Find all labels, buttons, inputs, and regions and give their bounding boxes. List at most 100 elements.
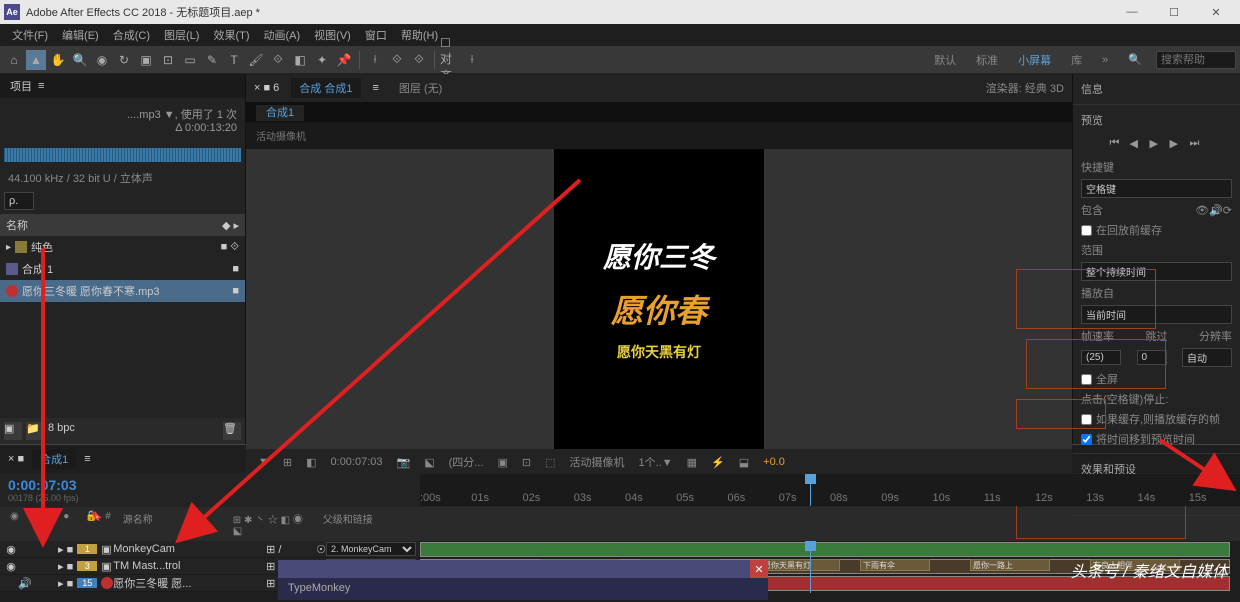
- rotate-tool[interactable]: ↻: [114, 50, 134, 70]
- resolution-dropdown[interactable]: (四分...: [445, 453, 488, 471]
- pen-tool[interactable]: ✎: [202, 50, 222, 70]
- interpret-icon[interactable]: ▣: [4, 422, 22, 440]
- views-dropdown[interactable]: 1个..▼: [635, 453, 677, 471]
- menu-file[interactable]: 文件(F): [6, 25, 54, 45]
- exposure-value[interactable]: +0.0: [759, 455, 789, 469]
- project-tab[interactable]: 项目 ≡: [0, 74, 245, 98]
- col-name[interactable]: 名称: [6, 217, 28, 233]
- eraser-tool[interactable]: ◧: [290, 50, 310, 70]
- workspace-small[interactable]: 小屏幕: [1012, 50, 1057, 70]
- menu-window[interactable]: 窗口: [359, 25, 393, 45]
- info-panel-title[interactable]: 信息: [1081, 78, 1232, 100]
- folder-item[interactable]: ▸ 纯色■ ⟐: [0, 236, 245, 258]
- preview-panel-title[interactable]: 预览: [1081, 109, 1232, 131]
- minimize-button[interactable]: —: [1112, 2, 1152, 22]
- time-display[interactable]: 0:00:07:03: [327, 455, 387, 469]
- timeline-comp-tab[interactable]: 合成1: [32, 449, 76, 469]
- project-search-input[interactable]: [4, 192, 34, 210]
- roi-icon[interactable]: ▣: [493, 455, 511, 470]
- cache-checkbox[interactable]: [1081, 225, 1092, 236]
- playhead-line[interactable]: [810, 541, 811, 593]
- hand-tool[interactable]: ✋: [48, 50, 68, 70]
- timeline-sync-icon[interactable]: ⬓: [735, 455, 753, 470]
- workspace-library[interactable]: 库: [1065, 50, 1088, 70]
- typemonkey-titlebar[interactable]: ✕: [278, 560, 768, 578]
- clip[interactable]: 愿你天黑有灯: [760, 559, 840, 571]
- new-folder-icon[interactable]: 📁: [26, 422, 44, 440]
- selection-tool[interactable]: ▲: [26, 50, 46, 70]
- col-tags[interactable]: ◆ ▸: [222, 219, 239, 232]
- comp-item[interactable]: 合成 1■: [0, 258, 245, 280]
- rect-tool[interactable]: ▭: [180, 50, 200, 70]
- clone-tool[interactable]: ⟐: [268, 50, 288, 70]
- time-ruler[interactable]: :00s01s02s03s04s05s06s07s08s09s10s11s12s…: [420, 474, 1240, 506]
- clip[interactable]: 愿你一路上: [970, 559, 1050, 571]
- align2-icon[interactable]: ⟐: [409, 50, 429, 70]
- audio-col-icon[interactable]: 🔊: [29, 509, 53, 539]
- track-row[interactable]: ◉ ▸ ■1 ▣ MonkeyCam ⊞ / ☉ 2. MonkeyCam: [0, 541, 420, 558]
- pixel-icon[interactable]: ▦: [683, 455, 701, 470]
- close-button[interactable]: ✕: [1196, 2, 1236, 22]
- renderer[interactable]: 渲染器: 经典 3D: [986, 80, 1064, 96]
- camera-tool[interactable]: ▣: [136, 50, 156, 70]
- first-frame-icon[interactable]: ⏮: [1110, 137, 1124, 151]
- zoom-dropdown[interactable]: ▼: [254, 455, 273, 469]
- search-help-input[interactable]: [1156, 51, 1236, 69]
- last-frame-icon[interactable]: ⏭: [1190, 137, 1204, 151]
- menu-view[interactable]: 视图(V): [308, 25, 357, 45]
- fast-icon[interactable]: ⚡: [707, 455, 729, 470]
- parent-dropdown[interactable]: 2. MonkeyCam: [326, 542, 416, 556]
- snap-option-icon[interactable]: ⟊: [462, 50, 482, 70]
- 3d-icon[interactable]: ⬚: [541, 455, 559, 470]
- timecode[interactable]: 0:00:07:03: [8, 477, 412, 493]
- speaker-icon[interactable]: 🔊: [18, 577, 30, 590]
- brush-tool[interactable]: 🖌: [246, 50, 266, 70]
- pan-behind-tool[interactable]: ⊡: [158, 50, 178, 70]
- close-icon[interactable]: ✕: [750, 560, 768, 578]
- col-source[interactable]: 源名称: [117, 509, 227, 539]
- menu-effect[interactable]: 效果(T): [207, 25, 255, 45]
- snapshot-icon[interactable]: 📷: [393, 455, 415, 470]
- menu-help[interactable]: 帮助(H): [395, 25, 444, 45]
- clip[interactable]: 下雨有伞: [860, 559, 930, 571]
- channel-icon[interactable]: ⬕: [420, 455, 438, 470]
- col-parent[interactable]: 父级和链接: [317, 509, 379, 539]
- orbit-tool[interactable]: ◉: [92, 50, 112, 70]
- snap-icon[interactable]: ⟊: [365, 50, 385, 70]
- home-icon[interactable]: ⌂: [4, 50, 24, 70]
- comp-tab[interactable]: 合成 合成1: [291, 78, 360, 98]
- comp-name-tab[interactable]: 合成1: [256, 105, 304, 121]
- audio-item[interactable]: 愿你三冬暖 愿你春不寒.mp3■: [0, 280, 245, 302]
- menu-animation[interactable]: 动画(A): [258, 25, 307, 45]
- workspace-standard[interactable]: 标准: [970, 50, 1004, 70]
- eye-icon[interactable]: ◉: [4, 543, 18, 556]
- align1-icon[interactable]: ⟐: [387, 50, 407, 70]
- transparency-icon[interactable]: ⊡: [518, 455, 535, 470]
- play-icon[interactable]: ▶: [1150, 137, 1164, 151]
- maximize-button[interactable]: ☐: [1154, 2, 1194, 22]
- snapping-toggle[interactable]: ☐ 对齐: [440, 50, 460, 70]
- next-frame-icon[interactable]: ▶: [1170, 137, 1184, 151]
- workspace-default[interactable]: 默认: [928, 50, 962, 70]
- playhead[interactable]: [810, 474, 811, 506]
- prev-frame-icon[interactable]: ◀: [1130, 137, 1144, 151]
- solo-col-icon[interactable]: ●: [57, 509, 75, 539]
- quality-dropdown[interactable]: 自动: [1182, 348, 1232, 367]
- text-tool[interactable]: T: [224, 50, 244, 70]
- roto-tool[interactable]: ✦: [312, 50, 332, 70]
- eye-col-icon[interactable]: ◉: [4, 509, 25, 539]
- bpc-label[interactable]: 8 bpc: [48, 422, 75, 440]
- shortcut-dropdown[interactable]: 空格键: [1081, 179, 1232, 198]
- eye-icon[interactable]: ◉: [4, 560, 18, 573]
- viewer[interactable]: 愿你三冬 愿你春 愿你天黑有灯: [246, 149, 1072, 449]
- menu-layer[interactable]: 图层(L): [158, 25, 205, 45]
- grid-icon[interactable]: ⊞: [279, 455, 296, 470]
- menu-composition[interactable]: 合成(C): [107, 25, 156, 45]
- movetime-checkbox[interactable]: [1081, 434, 1092, 445]
- puppet-tool[interactable]: 📌: [334, 50, 354, 70]
- include-icons[interactable]: 👁🔊⟳: [1195, 204, 1232, 217]
- trash-icon[interactable]: 🗑: [223, 422, 241, 440]
- menu-edit[interactable]: 编辑(E): [56, 25, 105, 45]
- mask-icon[interactable]: ◧: [302, 455, 320, 470]
- zoom-tool[interactable]: 🔍: [70, 50, 90, 70]
